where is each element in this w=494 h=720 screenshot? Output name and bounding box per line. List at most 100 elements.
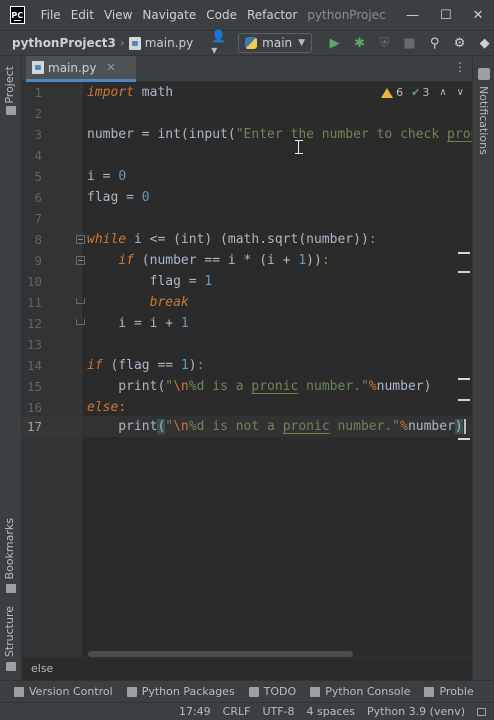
run-configuration-select[interactable]: main ▼ [238,33,313,53]
run-icon[interactable]: ▶ [322,36,347,51]
error-stripe-mark[interactable] [458,399,470,401]
line-number: 4 [34,148,42,163]
weak-warning-count: 3 [422,86,430,99]
structure-icon [6,662,16,671]
menu-edit[interactable]: Edit [71,8,94,22]
python-interpreter[interactable]: Python 3.9 (venv) [367,705,465,718]
menu-view[interactable]: View [104,8,132,22]
caret-position[interactable]: 17:49 [179,705,211,718]
tok-keyword: while [87,232,127,247]
fold-end-icon[interactable] [76,298,85,304]
chevron-right-icon: › [119,36,125,50]
line-number: 13 [26,337,42,352]
breadcrumb-file[interactable]: main.py [128,36,194,50]
python-icon [245,37,258,49]
editor-tab-bar: main.py ✕ ⋮ [22,56,472,82]
tool-problems[interactable]: Proble [424,685,474,698]
user-icon[interactable]: 👤▾ [211,29,226,57]
line-number: 6 [34,190,42,205]
tab-bookmarks[interactable]: Bookmarks [3,518,16,579]
line-number: 12 [26,316,42,331]
line-number: 14 [26,358,42,373]
packages-icon [126,686,137,697]
run-configuration-label: main [262,36,293,50]
tab-main-py[interactable]: main.py ✕ [26,56,136,82]
tok-string: "\n%d is a pronic number." [165,379,369,394]
line-number: 10 [26,274,42,289]
more-options-icon[interactable]: ⋮ [454,60,466,74]
file-encoding[interactable]: UTF-8 [262,705,294,718]
menu-refactor[interactable]: Refactor [247,8,297,22]
tab-project[interactable]: Project [3,66,16,104]
tool-python-console[interactable]: Python Console [310,685,410,698]
tok-keyword: else [87,400,119,415]
chevron-up-icon[interactable]: ∧ [439,87,446,98]
tool-python-packages[interactable]: Python Packages [126,685,235,698]
plugins-icon[interactable]: ◆ [472,36,494,51]
stop-icon[interactable]: ■ [397,36,422,51]
code-line-16: else: [87,400,127,415]
chevron-down-icon[interactable]: ∨ [457,87,464,98]
python-file-icon [128,36,141,50]
tok-number: 0 [118,169,127,184]
tab-structure[interactable]: Structure [3,606,16,657]
code-line-6: flag = 0 [87,190,150,205]
line-number: 8 [34,232,42,247]
search-icon[interactable]: ⚲ [422,36,447,51]
line-number: 15 [26,379,42,394]
tool-version-control[interactable]: Version Control [14,685,113,698]
tok-string: "\n%d is not a pronic number." [165,419,401,434]
notifications-icon[interactable] [478,68,490,80]
error-stripe-mark[interactable] [458,271,470,273]
main-menu: File Edit View Navigate Code Refactor py… [41,8,396,22]
fold-end-icon[interactable] [76,319,85,325]
code-line-9: if (number == i * (i + 1)): [118,253,330,268]
line-separator[interactable]: CRLF [223,705,251,718]
tool-todo-label: TODO [263,685,297,698]
debug-icon[interactable]: ✱ [347,36,372,51]
code-editor[interactable]: 1 2 3 4 5 6 7 8 9 10 11 12 13 14 15 16 1… [22,82,472,657]
breadcrumb-project[interactable]: pythonProject3 [12,36,116,50]
navigation-bar: pythonProject3 › main.py 👤▾ main ▼ ▶ ✱ ⛨… [0,29,494,57]
settings-icon[interactable]: ⚙ [447,36,472,51]
inspection-widget[interactable]: 6 ✔ 3 ∧ ∨ [381,86,464,99]
status-bar: 17:49 CRLF UTF-8 4 spaces Python 3.9 (ve… [0,702,494,720]
text-cursor-icon [295,140,304,154]
coverage-icon[interactable]: ⛨ [372,36,397,51]
error-stripe-mark[interactable] [458,378,470,380]
menu-file[interactable]: File [41,8,61,22]
breadcrumb-file-label: main.py [144,36,194,50]
tool-todo[interactable]: TODO [248,685,297,698]
tok-keyword: if [118,253,134,268]
line-number-current: 17 [26,419,42,434]
menu-navigate[interactable]: Navigate [142,8,196,22]
code-line-17: print("\n%d is not a pronic number."%num… [87,416,466,437]
fold-while-icon[interactable] [76,235,85,244]
error-stripe-mark[interactable] [458,252,470,254]
close-icon[interactable]: ✕ [473,8,484,23]
code-line-3: number = int(input("Enter the number to … [87,124,472,145]
pycharm-logo-icon: PC [10,6,25,24]
maximize-icon[interactable]: ☐ [440,8,452,23]
indent-setting[interactable]: 4 spaces [307,705,356,718]
window-controls: — ☐ ✕ [396,8,494,23]
tab-notifications[interactable]: Notifications [477,86,490,155]
code-breadcrumb[interactable]: else [22,657,472,680]
minimize-icon[interactable]: — [406,8,419,23]
tab-main-py-label: main.py [48,60,97,75]
tok-keyword: break [149,295,189,310]
left-tool-strip: Project Bookmarks Structure [0,56,22,680]
line-number: 16 [26,400,42,415]
tool-python-console-label: Python Console [325,685,411,698]
tok-number: 0 [141,190,150,205]
menu-code[interactable]: Code [206,8,237,22]
fold-if-icon[interactable] [76,256,85,265]
line-number: 9 [34,253,42,268]
python-file-icon [32,61,44,74]
code-line-10: flag = 1 [87,274,213,289]
close-tab-icon[interactable]: ✕ [107,61,116,74]
line-number: 2 [34,106,42,121]
code-line-1: import math [87,85,174,100]
error-stripe-mark[interactable] [458,438,470,440]
lock-icon[interactable] [477,707,486,716]
